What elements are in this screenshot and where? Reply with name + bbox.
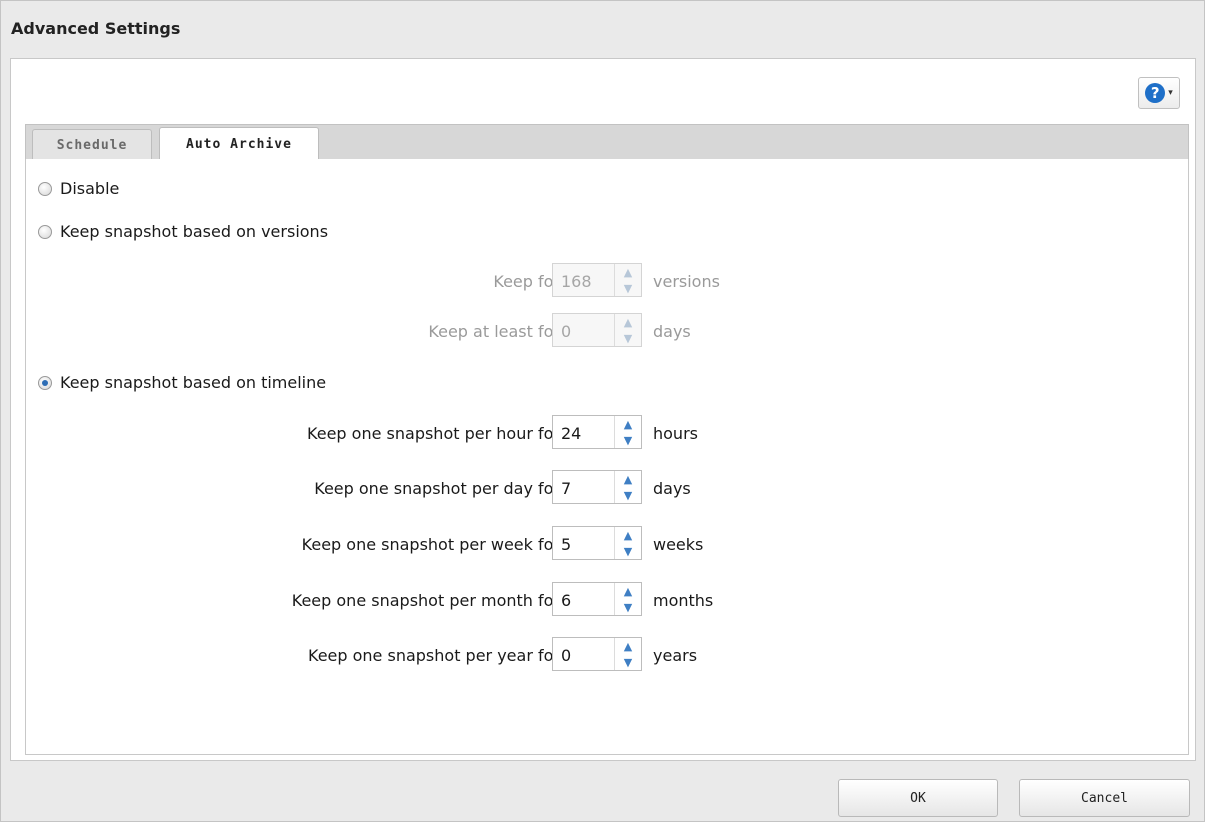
chevron-down-icon[interactable]: ▼	[615, 432, 641, 448]
chevron-down-icon[interactable]: ▼	[615, 543, 641, 559]
chevron-down-icon[interactable]: ▼	[615, 599, 641, 615]
years-unit: years	[653, 646, 698, 665]
hour-stepper[interactable]: 24 ▲ ▼	[552, 415, 642, 449]
keep-for-versions-row: Keep for 168 ▲ ▼ versions	[26, 263, 1190, 299]
chevron-down-icon[interactable]: ▼	[615, 487, 641, 503]
week-label: Keep one snapshot per week for	[301, 535, 560, 554]
day-input[interactable]: 7	[561, 479, 611, 498]
tab-schedule[interactable]: Schedule	[32, 129, 152, 160]
chevron-up-icon[interactable]: ▲	[615, 264, 641, 280]
month-input[interactable]: 6	[561, 591, 611, 610]
keep-at-least-label: Keep at least for	[428, 322, 560, 341]
advanced-settings-dialog: Advanced Settings ? ▾ Schedule Auto Arch…	[0, 0, 1205, 822]
day-label: Keep one snapshot per day for	[314, 479, 560, 498]
tab-bar: Schedule Auto Archive	[25, 124, 1189, 160]
days-unit: days	[653, 322, 691, 341]
radio-keep-versions-label: Keep snapshot based on versions	[60, 222, 329, 241]
stepper-buttons: ▲ ▼	[614, 527, 641, 559]
stepper-buttons: ▲ ▼	[614, 314, 641, 346]
stepper-buttons: ▲ ▼	[614, 638, 641, 670]
month-stepper[interactable]: 6 ▲ ▼	[552, 582, 642, 616]
radio-keep-timeline[interactable]: Keep snapshot based on timeline	[38, 373, 326, 392]
weeks-unit: weeks	[653, 535, 704, 554]
radio-keep-timeline-button[interactable]	[38, 375, 52, 390]
hours-unit: hours	[653, 424, 698, 443]
year-row: Keep one snapshot per year for 0 ▲ ▼ yea…	[26, 637, 1190, 673]
keep-for-versions-input[interactable]: 168	[561, 272, 611, 291]
chevron-down-icon[interactable]: ▼	[615, 330, 641, 346]
versions-unit: versions	[653, 272, 720, 291]
cancel-button[interactable]: Cancel	[1019, 779, 1190, 817]
radio-disable-label: Disable	[60, 179, 120, 198]
year-stepper[interactable]: 0 ▲ ▼	[552, 637, 642, 671]
week-row: Keep one snapshot per week for 5 ▲ ▼ wee…	[26, 526, 1190, 562]
radio-disable[interactable]: Disable	[38, 179, 119, 198]
hour-label: Keep one snapshot per hour for	[307, 424, 560, 443]
day-stepper[interactable]: 7 ▲ ▼	[552, 470, 642, 504]
keep-at-least-input[interactable]: 0	[561, 322, 611, 341]
keep-for-label: Keep for	[493, 272, 560, 291]
stepper-buttons: ▲ ▼	[614, 264, 641, 296]
day-row: Keep one snapshot per day for 7 ▲ ▼ days	[26, 470, 1190, 506]
days-unit: days	[653, 479, 691, 498]
stepper-buttons: ▲ ▼	[614, 416, 641, 448]
stepper-buttons: ▲ ▼	[614, 471, 641, 503]
radio-disable-button[interactable]	[38, 181, 52, 196]
chevron-down-icon[interactable]: ▼	[615, 280, 641, 296]
months-unit: months	[653, 591, 714, 610]
year-input[interactable]: 0	[561, 646, 611, 665]
week-stepper[interactable]: 5 ▲ ▼	[552, 526, 642, 560]
radio-keep-versions-button[interactable]	[38, 224, 52, 239]
chevron-up-icon[interactable]: ▲	[615, 527, 641, 543]
hour-input[interactable]: 24	[561, 424, 611, 443]
dialog-title: Advanced Settings	[11, 19, 181, 38]
ok-button[interactable]: OK	[838, 779, 998, 817]
panel-body: Schedule Auto Archive Disable Keep snaps…	[10, 58, 1196, 761]
month-row: Keep one snapshot per month for 6 ▲ ▼ mo…	[26, 582, 1190, 618]
tab-auto-archive[interactable]: Auto Archive	[159, 127, 319, 160]
chevron-up-icon[interactable]: ▲	[615, 471, 641, 487]
keep-for-versions-stepper[interactable]: 168 ▲ ▼	[552, 263, 642, 297]
radio-keep-versions[interactable]: Keep snapshot based on versions	[38, 222, 328, 241]
chevron-up-icon[interactable]: ▲	[615, 638, 641, 654]
keep-at-least-row: Keep at least for 0 ▲ ▼ days	[26, 313, 1190, 349]
auto-archive-content: Disable Keep snapshot based on versions …	[25, 159, 1189, 755]
chevron-up-icon[interactable]: ▲	[615, 416, 641, 432]
stepper-buttons: ▲ ▼	[614, 583, 641, 615]
chevron-up-icon[interactable]: ▲	[615, 583, 641, 599]
week-input[interactable]: 5	[561, 535, 611, 554]
year-label: Keep one snapshot per year for	[308, 646, 560, 665]
chevron-down-icon[interactable]: ▼	[615, 654, 641, 670]
keep-at-least-stepper[interactable]: 0 ▲ ▼	[552, 313, 642, 347]
month-label: Keep one snapshot per month for	[291, 591, 560, 610]
hour-row: Keep one snapshot per hour for 24 ▲ ▼ ho…	[26, 415, 1190, 451]
chevron-up-icon[interactable]: ▲	[615, 314, 641, 330]
radio-keep-timeline-label: Keep snapshot based on timeline	[60, 373, 327, 392]
